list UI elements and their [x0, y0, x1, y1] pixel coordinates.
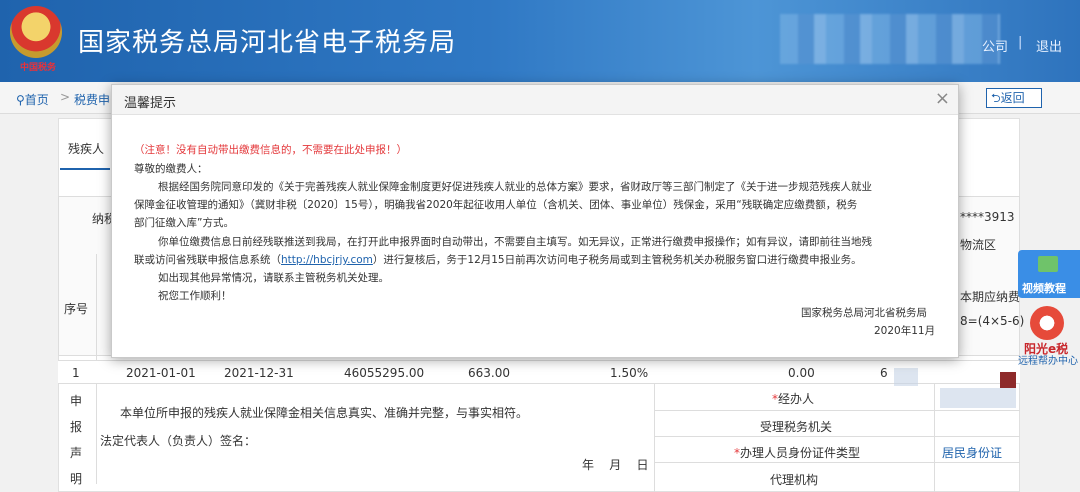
table-divider: [654, 436, 1020, 437]
signature-text: 国家税务总局河北省税务局: [801, 307, 927, 319]
row-seq: 1: [72, 366, 80, 380]
agent-input[interactable]: [940, 388, 1016, 408]
company-link[interactable]: 公司: [982, 36, 1008, 55]
paragraph-1-line-2: 保障金征收管理的通知》（冀财非税〔2020〕15号），明确我省2020年起征收用…: [134, 199, 858, 211]
date-placeholder: 年 月 日: [582, 458, 649, 472]
paragraph-2-line-2: 联或访问省残联申报信息系统（http://hbcjrjy.com）进行复核后，务…: [134, 254, 862, 266]
row-tail: 6: [880, 366, 888, 380]
seq-header: 序号: [64, 302, 89, 316]
video-tutorial-button[interactable]: 视频教程: [1018, 250, 1080, 298]
breadcrumb-current[interactable]: 税费申: [74, 91, 110, 108]
table-divider: [654, 462, 1020, 463]
agency-label: 代理机构: [770, 473, 819, 487]
declare-char-4: 明: [70, 472, 83, 486]
site-title: 国家税务总局河北省电子税务局: [78, 28, 457, 58]
dialog-title: 温馨提示: [124, 96, 177, 111]
formula-label: 8=(4×5-6): [960, 314, 1025, 328]
tab-disabled-fund[interactable]: 残疾人: [68, 140, 104, 157]
paragraph-2-line-1: 你单位缴费信息日前经残联推送到我局，在打开此申报界面时自动带出，不需要自主填写。…: [158, 236, 872, 248]
side-marker: [1000, 372, 1016, 388]
location-pin-icon: ⚲: [16, 93, 25, 107]
declare-char-2: 报: [70, 420, 83, 434]
row-paid: 0.00: [788, 366, 815, 380]
row-rate: 1.50%: [610, 366, 649, 380]
region-value: 物流区: [960, 238, 997, 252]
site-header: 中国税务 国家税务总局河北省电子税务局 公司 | 退出: [0, 0, 1080, 82]
id-type-select[interactable]: 居民身份证: [942, 444, 1002, 461]
row-end-date: 2021-12-31: [224, 366, 294, 380]
declare-char-1: 申: [70, 394, 83, 408]
cjr-system-link[interactable]: http://hbcjrjy.com: [281, 254, 373, 266]
breadcrumb-separator: >: [60, 90, 71, 104]
tax-emblem-icon: [10, 6, 62, 58]
close-icon[interactable]: ×: [935, 88, 950, 109]
signature-date: 2020年11月: [874, 325, 936, 337]
blurred-cell: [894, 368, 918, 386]
emblem-caption: 中国税务: [19, 63, 56, 73]
paragraph-3: 如出现其他异常情况，请联系主管税务机关处理。: [158, 272, 389, 284]
id-type-label: *办理人员身份证件类型: [734, 446, 861, 460]
header-separator: |: [1018, 35, 1023, 50]
paragraph-1-line-3: 部门征缴入库”方式。: [134, 217, 234, 229]
remote-help-label[interactable]: 远程帮办中心: [1018, 352, 1078, 367]
table-divider: [934, 384, 935, 492]
breadcrumb-home[interactable]: ⚲首页: [16, 91, 49, 108]
table-row: 1 2021-01-01 2021-12-31 46055295.00 663.…: [58, 360, 1020, 384]
tab-underline: [60, 168, 110, 170]
video-icon: [1038, 256, 1058, 272]
table-divider: [654, 410, 1020, 411]
table-divider: [654, 384, 655, 492]
taxpayer-id: ****3913: [960, 210, 1015, 224]
row-count: 663.00: [468, 366, 510, 380]
warning-text: （注意！没有自动带出缴费信息的，不需要在此处申报！）: [134, 144, 407, 156]
agent-label: *经办人: [772, 392, 815, 406]
dialog-header: 温馨提示 ×: [112, 85, 958, 115]
period-fee-label: 本期应纳费: [960, 290, 1021, 304]
paragraph-4: 祝您工作顺利！: [158, 290, 232, 302]
legal-rep-label: 法定代表人（负责人）签名：: [100, 434, 257, 448]
declaration-text: 本单位所申报的残疾人就业保障金相关信息真实、准确并完整，与事实相符。: [120, 406, 529, 420]
declare-char-3: 声: [70, 446, 83, 460]
row-amount: 46055295.00: [344, 366, 425, 380]
tax-office-label: 受理税务机关: [760, 420, 833, 434]
logout-link[interactable]: 退出: [1036, 36, 1062, 55]
notice-dialog: 温馨提示 × （注意！没有自动带出缴费信息的，不需要在此处申报！） 尊敬的缴费人…: [111, 84, 959, 358]
sunshine-tax-icon[interactable]: [1030, 306, 1064, 340]
greeting-text: 尊敬的缴费人：: [134, 163, 208, 175]
paragraph-1-line-1: 根据经国务院同意印发的《关于完善残疾人就业保障金制度更好促进残疾人就业的总体方案…: [158, 181, 872, 193]
row-start-date: 2021-01-01: [126, 366, 196, 380]
back-button[interactable]: ⮌返回: [986, 88, 1042, 108]
back-arrow-icon: ⮌: [991, 91, 1001, 105]
header-decoration: [780, 14, 1000, 64]
